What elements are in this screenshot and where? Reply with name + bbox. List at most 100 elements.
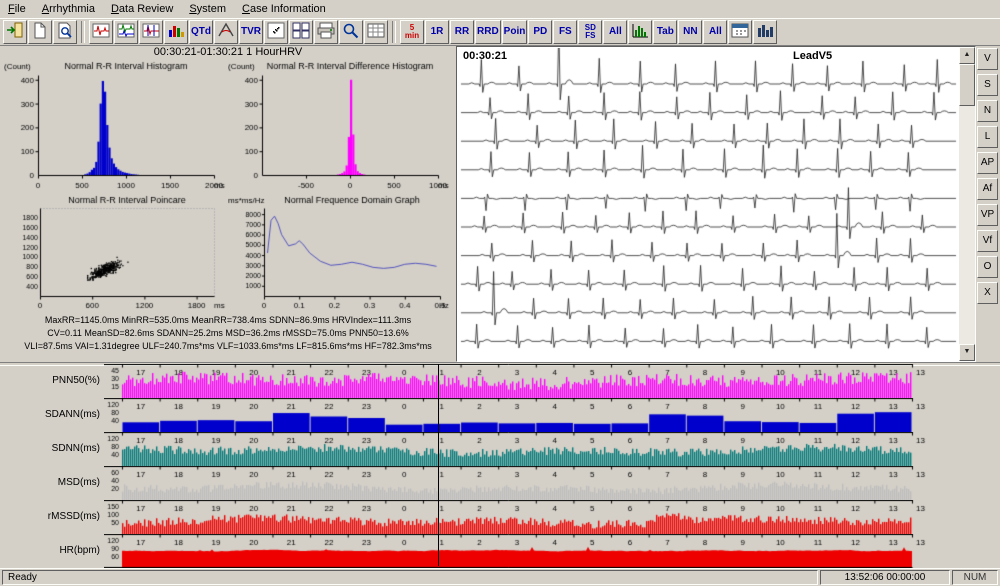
hrv-statistics: MaxRR=1145.0ms MinRR=535.0ms MeanRR=738.…	[2, 314, 454, 353]
tab-button-label: Tab	[657, 27, 674, 37]
beat-class-v-button[interactable]: V	[977, 48, 998, 70]
ecg-waves-icon	[117, 22, 135, 42]
beat-class-x-button[interactable]: X	[977, 282, 998, 304]
beat-class-ap-button[interactable]: AP	[977, 152, 998, 174]
caliper-button[interactable]	[214, 20, 238, 44]
five-min-button[interactable]: 5 min	[400, 20, 424, 44]
trend-row-label: PNN50(%)	[0, 364, 100, 398]
trend-chart-rmssdms[interactable]	[104, 500, 940, 534]
trend-chart-pnn50[interactable]	[104, 364, 940, 398]
toolbar-separator	[81, 21, 85, 43]
menu-arrhythmia[interactable]: Arrhythmia	[34, 1, 103, 18]
trend-row-label: rMSSD(ms)	[0, 500, 100, 534]
all-hist-button[interactable]: All	[603, 20, 627, 44]
beat-class-n-button[interactable]: N	[977, 100, 998, 122]
trend-row-pnn50: PNN50(%)	[0, 364, 1000, 398]
rrd-button[interactable]: RRD	[475, 20, 501, 44]
exit-button[interactable]	[3, 20, 27, 44]
beat-class-o-button[interactable]: O	[977, 256, 998, 278]
frequency-domain-chart	[228, 194, 450, 312]
rrd-button-label: RRD	[477, 27, 499, 37]
all-hist-button-label: All	[609, 27, 622, 37]
beat-class-s-button[interactable]: S	[977, 74, 998, 96]
fs-button-label: FS	[559, 27, 572, 37]
beat-class-button-column: VSNL AP Af VP Vf OX	[977, 48, 998, 304]
ecg-timestamp: 00:30:21	[463, 50, 507, 62]
sd-fs-button[interactable]: SD FS	[578, 20, 602, 44]
qtd-button[interactable]: QTd	[189, 20, 213, 44]
beat-class-vf-button[interactable]: Vf	[977, 230, 998, 252]
trend-row-sdannms: SDANN(ms)	[0, 398, 1000, 432]
menu-system[interactable]: System	[181, 1, 234, 18]
beat-class-af-button[interactable]: Af	[977, 178, 998, 200]
rr-difference-histogram-chart	[228, 60, 450, 192]
trend-chart-msdms[interactable]	[104, 466, 940, 500]
grid-button[interactable]	[364, 20, 388, 44]
dark-bars-icon	[756, 22, 774, 42]
scrollbar-thumb[interactable]	[959, 64, 975, 106]
nn-button[interactable]: NN	[678, 20, 702, 44]
zoom-button[interactable]	[339, 20, 363, 44]
scroll-down-icon[interactable]: ▼	[959, 344, 975, 361]
time-table-button[interactable]	[728, 20, 752, 44]
ecg-waveform-area[interactable]	[458, 48, 960, 362]
menu-case-information[interactable]: Case Information	[234, 1, 334, 18]
tvr-button-label: TVR	[241, 27, 261, 37]
rr-button[interactable]: RR	[450, 20, 474, 44]
hrv-panel: 00:30:21-01:30:21 1 HourHRV MaxRR=1145.0…	[2, 46, 454, 362]
poin-button[interactable]: Poin	[502, 20, 528, 44]
toolbar-separator	[392, 21, 396, 43]
status-message: Ready	[2, 570, 818, 585]
trend-graph-button[interactable]	[753, 20, 777, 44]
green-hist-icon	[631, 22, 649, 42]
holter-analysis-window: FileArrhythmiaData ReviewSystemCase Info…	[0, 0, 1000, 586]
magnifier-icon	[342, 22, 360, 42]
qtd-button-label: QTd	[191, 27, 211, 37]
trend-cursor-line[interactable]	[438, 364, 439, 566]
trend-row-label: MSD(ms)	[0, 466, 100, 500]
nn-hist-button[interactable]	[628, 20, 652, 44]
hrv-stats-line3: VLI=87.5ms VAI=1.31degree ULF=240.7ms*ms…	[2, 340, 454, 353]
scroll-up-icon[interactable]: ▲	[959, 47, 975, 64]
caliper-icon	[217, 22, 235, 42]
hrv-stats-line1: MaxRR=1145.0ms MinRR=535.0ms MeanRR=738.…	[2, 314, 454, 327]
scatter-button[interactable]	[264, 20, 288, 44]
poincare-plot	[4, 194, 226, 312]
beat-class-vp-button[interactable]: VP	[977, 204, 998, 226]
hrv-stats-line2: CV=0.11 MeanSD=82.6ms SDANN=25.2ms MSD=3…	[2, 327, 454, 340]
trend-chart-hrbpm[interactable]	[104, 534, 940, 568]
beat-class-l-button[interactable]: L	[977, 126, 998, 148]
ecg-lead-label: LeadV5	[793, 50, 832, 62]
trend-chart-sdannms[interactable]	[104, 398, 940, 432]
nn-button-label: NN	[683, 27, 697, 37]
tiles-icon	[292, 22, 310, 42]
calendar-icon	[731, 22, 749, 42]
print-button[interactable]	[314, 20, 338, 44]
tvr-button[interactable]: TVR	[239, 20, 263, 44]
sd-fs-button-label: SD FS	[585, 24, 596, 40]
menu-data-review[interactable]: Data Review	[103, 1, 181, 18]
fs-button[interactable]: FS	[553, 20, 577, 44]
ecg-panel: 00:30:21 LeadV5 ▲ ▼	[456, 46, 976, 362]
measure-button[interactable]	[139, 20, 163, 44]
tab-button[interactable]: Tab	[653, 20, 677, 44]
templates-button[interactable]	[289, 20, 313, 44]
menu-file[interactable]: File	[0, 1, 34, 18]
wave-review-button[interactable]	[114, 20, 138, 44]
status-bar: Ready 13:52:06 00:00:00 NUM	[0, 568, 1000, 586]
trend-row-hrbpm: HR(bpm)	[0, 534, 1000, 568]
preview-button[interactable]	[53, 20, 77, 44]
trend-chart-sdnnms[interactable]	[104, 432, 940, 466]
ecg-vertical-scrollbar[interactable]: ▲ ▼	[959, 47, 975, 361]
document-icon	[31, 22, 49, 42]
ecg-review-button[interactable]	[89, 20, 113, 44]
new-document-button[interactable]	[28, 20, 52, 44]
scrollbar-track[interactable]	[959, 64, 975, 344]
rr-interval-histogram-chart	[4, 60, 226, 192]
one-r-button[interactable]: 1R	[425, 20, 449, 44]
histogram-button[interactable]	[164, 20, 188, 44]
pd-button[interactable]: PD	[528, 20, 552, 44]
printer-icon	[317, 22, 335, 42]
magnifier-doc-icon	[56, 22, 74, 42]
all-button[interactable]: All	[703, 20, 727, 44]
